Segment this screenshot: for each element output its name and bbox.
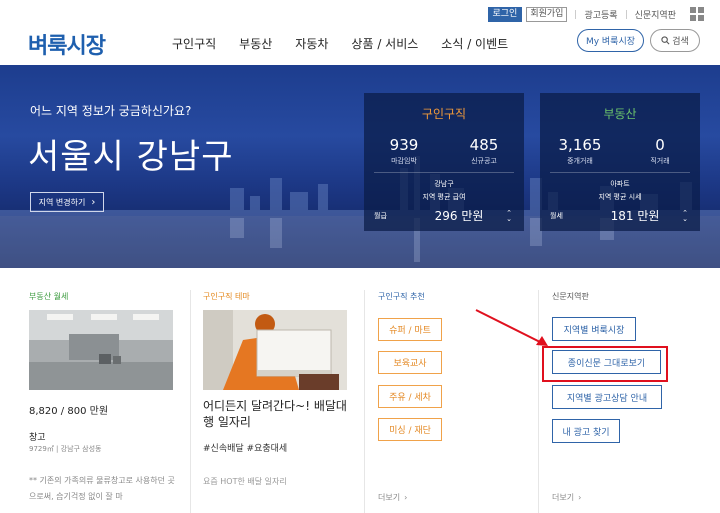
chevron-right-icon: › <box>578 493 582 502</box>
stat-value: 485 <box>469 136 499 154</box>
chevron-right-icon: › <box>404 493 408 502</box>
nav-item-goods[interactable]: 상품 / 서비스 <box>351 35 418 52</box>
panel-metric: 지역 평균 시세 <box>598 193 642 201</box>
warehouse-photo[interactable] <box>29 310 173 390</box>
nav-item-jobs[interactable]: 구인구직 <box>172 35 216 52</box>
stat-closing-soon[interactable]: 939 마감임박 <box>364 136 444 166</box>
tag-gas-station[interactable]: 주유 / 세차 <box>378 385 442 408</box>
more-label: 더보기 <box>378 493 401 502</box>
panel-region: 아파트 <box>610 180 630 188</box>
listing-description[interactable]: ** 기존의 가족의류 물류창고로 사용하던 곳으로써, 습기걱정 없이 잘 마 <box>29 473 177 505</box>
logo[interactable]: 벼룩시장 <box>28 28 106 60</box>
newspaper-region-link[interactable]: 신문지역판 <box>635 8 676 21</box>
listing-type[interactable]: 창고 <box>29 430 46 443</box>
realestate-heading: 부동산 월세 <box>29 292 69 301</box>
panel-value: 296 만원 <box>434 209 484 223</box>
stat-brokerage[interactable]: 3,165 중개거래 <box>540 136 620 166</box>
panel-value: 181 만원 <box>610 209 660 223</box>
find-my-ad-button[interactable]: 내 광고 찾기 <box>552 419 620 443</box>
panel-title[interactable]: 구인구직 <box>364 105 524 122</box>
stat-value: 0 <box>655 136 665 154</box>
job-theme-title[interactable]: 어디든지 달려간다~! 배달대행 일자리 <box>203 398 353 430</box>
panel-metric: 지역 평균 급여 <box>422 193 466 201</box>
job-theme-heading: 구인구직 테마 <box>203 292 250 301</box>
stat-value: 939 <box>389 136 419 154</box>
stat-new-posts[interactable]: 485 신규공고 <box>444 136 524 166</box>
listing-detail: 9729㎡ | 강남구 삼성동 <box>29 445 102 453</box>
chevron-right-icon: › <box>91 196 96 208</box>
change-region-label: 지역 변경하기 <box>38 197 86 207</box>
panel-unit: 월급 <box>374 211 387 220</box>
ad-consult-button[interactable]: 지역별 광고상담 안내 <box>552 385 662 409</box>
my-page-button[interactable]: My 벼룩시장 <box>577 29 644 52</box>
stat-label: 신규공고 <box>471 157 497 165</box>
divider <box>364 290 365 513</box>
grid-menu-icon[interactable] <box>690 7 704 21</box>
change-region-button[interactable]: 지역 변경하기 › <box>30 192 104 212</box>
utility-bar: 로그인 회원가입 광고등록 신문지역판 <box>487 6 704 22</box>
tag-childcare[interactable]: 보육교사 <box>378 351 442 374</box>
recommend-more-link[interactable]: 더보기 › <box>378 492 407 503</box>
tag-supermarket[interactable]: 슈퍼 / 마트 <box>378 318 442 341</box>
hero-banner: 어느 지역 정보가 궁금하신가요? 서울시 강남구 지역 변경하기 › 구인구직… <box>0 65 720 268</box>
panel-unit: 월세 <box>550 211 563 220</box>
nav-item-news[interactable]: 소식 / 이벤트 <box>441 35 508 52</box>
ad-register-link[interactable]: 광고등록 <box>584 8 617 21</box>
hero-subtitle: 어느 지역 정보가 궁금하신가요? <box>30 104 192 118</box>
stat-label: 중개거래 <box>567 157 593 165</box>
job-theme-tags[interactable]: #신속배달 #요충대세 <box>203 441 287 454</box>
search-icon <box>661 36 670 45</box>
up-down-arrow-icon[interactable]: ⌃ ⌄ <box>680 209 690 222</box>
more-label: 더보기 <box>552 493 575 502</box>
main-nav: 구인구직 부동산 자동차 상품 / 서비스 소식 / 이벤트 <box>172 35 531 52</box>
job-theme-description[interactable]: 요즘 HOT한 배달 일자리 <box>203 476 287 487</box>
hero-location-title: 서울시 강남구 <box>28 137 234 177</box>
divider <box>575 9 577 19</box>
stat-value: 3,165 <box>558 136 602 154</box>
regional-market-button[interactable]: 지역별 벼룩시장 <box>552 317 636 341</box>
stat-label: 직거래 <box>650 157 670 165</box>
nav-item-realestate[interactable]: 부동산 <box>239 35 272 52</box>
job-stats-panel: 구인구직 939 마감임박 485 신규공고 강남구 지역 평균 급여 월급 2… <box>364 93 524 231</box>
delivery-photo[interactable] <box>203 310 347 390</box>
nav-item-cars[interactable]: 자동차 <box>295 35 328 52</box>
divider <box>374 172 514 173</box>
listing-price[interactable]: 8,820 / 800 만원 <box>29 402 108 417</box>
newspaper-more-link[interactable]: 더보기 › <box>552 492 581 503</box>
panel-region: 강남구 <box>434 180 454 188</box>
divider <box>190 290 191 513</box>
search-button[interactable]: 검색 <box>650 29 700 52</box>
stat-label: 마감임박 <box>391 157 417 165</box>
divider <box>625 9 627 19</box>
search-button-label: 검색 <box>672 37 689 47</box>
panel-title[interactable]: 부동산 <box>540 105 700 122</box>
paper-view-button[interactable]: 종이신문 그대로보기 <box>552 350 661 374</box>
login-button[interactable]: 로그인 <box>487 6 523 22</box>
job-recommend-heading: 구인구직 추천 <box>378 292 425 301</box>
realestate-stats-panel: 부동산 3,165 중개거래 0 직거래 아파트 지역 평균 시세 월세 181… <box>540 93 700 231</box>
stat-direct[interactable]: 0 직거래 <box>620 136 700 166</box>
join-button[interactable]: 회원가입 <box>526 6 568 22</box>
tag-sewing[interactable]: 미싱 / 재단 <box>378 418 442 441</box>
divider <box>550 172 690 173</box>
up-down-arrow-icon[interactable]: ⌃ ⌄ <box>504 209 514 222</box>
